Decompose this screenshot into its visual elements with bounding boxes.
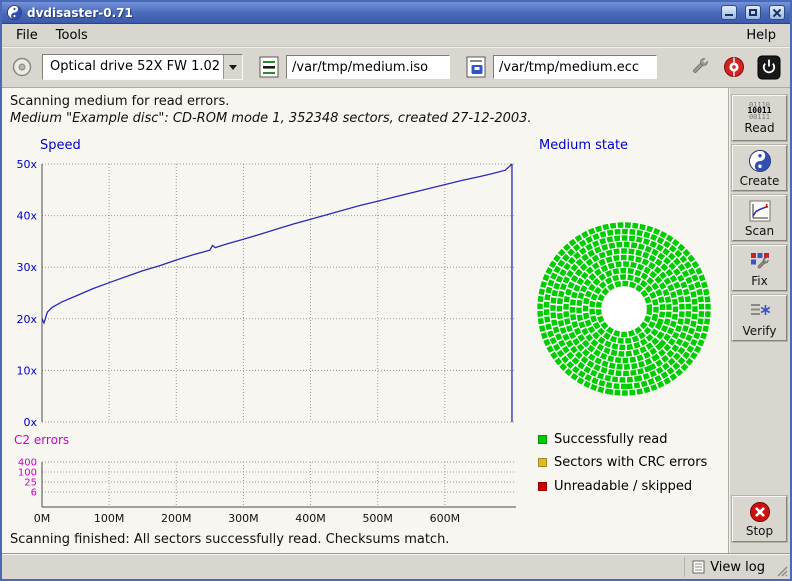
main-content: Scanning medium for read errors. Medium …: [2, 88, 728, 553]
legend-label: Sectors with CRC errors: [554, 455, 707, 470]
app-icon: [7, 5, 22, 20]
legend-item-crc: Sectors with CRC errors: [538, 455, 707, 470]
svg-text:300M: 300M: [228, 512, 259, 525]
svg-text:100M: 100M: [94, 512, 125, 525]
help-disc-icon[interactable]: [722, 55, 746, 79]
verify-button[interactable]: Verify: [732, 295, 787, 341]
create-button-label: Create: [740, 174, 780, 188]
legend-swatch-yellow: [538, 458, 547, 467]
svg-text:30x: 30x: [16, 261, 37, 274]
scan-graph-icon: [748, 199, 772, 223]
chevron-down-icon: [229, 65, 237, 70]
scan-button-label: Scan: [745, 224, 774, 238]
titlebar: dvdisaster-0.71: [2, 2, 790, 24]
status-line-2: Medium "Example disc": CD-ROM mode 1, 35…: [10, 111, 532, 126]
svg-text:50x: 50x: [16, 158, 37, 171]
app-window: dvdisaster-0.71 File Tools Help Optical …: [0, 0, 792, 581]
window-title: dvdisaster-0.71: [27, 6, 713, 20]
menu-help[interactable]: Help: [737, 25, 785, 46]
drive-select[interactable]: Optical drive 52X FW 1.02: [42, 54, 243, 80]
fix-wrench-icon: [748, 249, 772, 273]
legend-swatch-red: [538, 482, 547, 491]
legend-label: Successfully read: [554, 432, 667, 447]
read-button-label: Read: [744, 121, 774, 135]
iso-file-icon: [257, 55, 281, 79]
create-button[interactable]: Create: [732, 145, 787, 191]
read-button[interactable]: 01110 10011 00111 Read: [732, 95, 787, 141]
svg-text:10x: 10x: [16, 364, 37, 377]
ecc-path-input[interactable]: [493, 55, 657, 79]
fix-button-label: Fix: [751, 274, 767, 288]
finish-status: Scanning finished: All sectors successfu…: [10, 532, 449, 547]
menu-tools[interactable]: Tools: [47, 25, 97, 46]
medium-state-label: Medium state: [539, 138, 628, 153]
action-sidebar: 01110 10011 00111 Read Create Scan: [728, 88, 790, 553]
stop-icon: [749, 501, 771, 523]
quit-power-icon[interactable]: [757, 55, 781, 80]
svg-text:6: 6: [31, 488, 37, 499]
svg-text:400M: 400M: [295, 512, 326, 525]
log-icon: [692, 560, 705, 574]
scan-button[interactable]: Scan: [732, 195, 787, 241]
stop-button[interactable]: Stop: [732, 496, 787, 542]
toolbar: Optical drive 52X FW 1.02: [2, 47, 790, 88]
legend-item-read: Successfully read: [538, 432, 667, 447]
stop-button-label: Stop: [746, 524, 773, 538]
menu-file[interactable]: File: [7, 25, 47, 46]
drive-icon: [11, 56, 33, 78]
verify-button-label: Verify: [742, 324, 776, 338]
fix-button[interactable]: Fix: [732, 245, 787, 291]
binary-read-icon: 01110 10011 00111: [747, 102, 771, 120]
verify-check-icon: [748, 299, 772, 323]
yinyang-create-icon: [748, 149, 772, 173]
svg-text:0x: 0x: [23, 416, 37, 429]
speed-chart-label: Speed: [40, 138, 81, 153]
close-button[interactable]: [769, 5, 785, 20]
svg-text:20x: 20x: [16, 313, 37, 326]
svg-text:0M: 0M: [34, 512, 51, 525]
iso-path-input[interactable]: [286, 55, 450, 79]
maximize-button[interactable]: [745, 5, 761, 20]
bottombar: View log: [2, 553, 790, 579]
legend-swatch-green: [538, 435, 547, 444]
ecc-file-icon: [464, 55, 488, 79]
resize-grip[interactable]: [775, 564, 789, 578]
svg-text:40x: 40x: [16, 210, 37, 223]
medium-state-disc: [536, 221, 712, 397]
svg-text:200M: 200M: [161, 512, 192, 525]
svg-text:500M: 500M: [362, 512, 393, 525]
legend-label: Unreadable / skipped: [554, 479, 692, 494]
toolbar-right-group: [687, 55, 781, 80]
minimize-button[interactable]: [721, 5, 737, 20]
status-line-1: Scanning medium for read errors.: [10, 94, 229, 109]
drive-select-value: Optical drive 52X FW 1.02: [43, 55, 223, 79]
svg-text:600M: 600M: [430, 512, 461, 525]
view-log-button[interactable]: View log: [684, 557, 772, 577]
speed-c2-chart: 0x 10x 20x 30x 40x 50x 0M 100M 200M 300M 400M 500M 6…: [2, 154, 532, 534]
view-log-label: View log: [710, 560, 765, 575]
preferences-wrench-icon[interactable]: [687, 55, 711, 79]
menubar: File Tools Help: [2, 24, 790, 47]
drive-select-arrow[interactable]: [223, 55, 242, 79]
legend-item-unreadable: Unreadable / skipped: [538, 479, 692, 494]
